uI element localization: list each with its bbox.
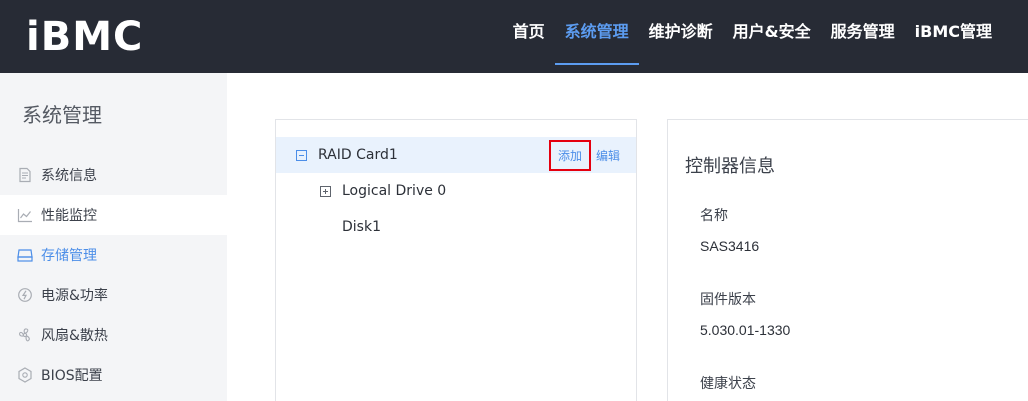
- main-nav: 首页 系统管理 维护诊断 用户&安全 服务管理 iBMC管理: [503, 0, 1002, 73]
- main-content: RAID Card1 添加 编辑 Logical Drive 0 Disk1 控…: [227, 73, 1028, 401]
- storage-icon: [17, 247, 33, 263]
- ibmc-logo[interactable]: iBMC: [26, 14, 143, 60]
- controller-info-panel: 控制器信息 名称 SAS3416 固件版本 5.030.01-1330 健康状态: [667, 119, 1028, 401]
- tree-node-label: Disk1: [342, 219, 381, 235]
- field-label-firmware: 固件版本: [700, 292, 756, 308]
- tree-node-logical-drive[interactable]: Logical Drive 0: [276, 173, 636, 209]
- tree-node-label: RAID Card1: [318, 147, 398, 163]
- tree-node-disk[interactable]: Disk1: [276, 209, 636, 245]
- sidebar-item-label: 性能监控: [41, 208, 97, 224]
- collapse-icon[interactable]: [296, 149, 307, 161]
- nav-maintenance[interactable]: 维护诊断: [639, 0, 723, 73]
- field-value-name: SAS3416: [700, 238, 760, 254]
- bios-icon: [17, 367, 33, 383]
- tree-node-label: Logical Drive 0: [342, 183, 447, 199]
- nav-home[interactable]: 首页: [503, 0, 555, 73]
- sidebar-item-label: 电源&功率: [41, 288, 108, 304]
- fan-icon: [17, 327, 33, 343]
- field-label-name: 名称: [700, 208, 728, 224]
- expand-icon[interactable]: [320, 185, 331, 197]
- tree-node-actions: 添加 编辑: [548, 137, 620, 173]
- tree-node-raid-card[interactable]: RAID Card1 添加 编辑: [276, 137, 636, 173]
- sidebar-item-label: BIOS配置: [41, 368, 103, 384]
- sidebar-item-performance[interactable]: 性能监控: [0, 195, 227, 235]
- panel-title: 控制器信息: [685, 156, 775, 177]
- nav-system-management[interactable]: 系统管理: [554, 0, 639, 73]
- sidebar-item-label: 系统信息: [41, 168, 97, 184]
- line-chart-icon: [17, 207, 33, 223]
- edit-button[interactable]: 编辑: [596, 147, 620, 164]
- field-value-firmware: 5.030.01-1330: [700, 322, 791, 338]
- storage-tree-panel: RAID Card1 添加 编辑 Logical Drive 0 Disk1: [275, 119, 637, 401]
- sidebar-item-bios[interactable]: BIOS配置: [0, 355, 227, 395]
- sidebar-title: 系统管理: [22, 103, 102, 127]
- sidebar-item-fan[interactable]: 风扇&散热: [0, 315, 227, 355]
- nav-service-management[interactable]: 服务管理: [821, 0, 905, 73]
- nav-user-security[interactable]: 用户&安全: [723, 0, 821, 73]
- power-icon: [17, 287, 33, 303]
- sidebar: 系统管理 系统信息 性能监控 存储管理 电源&功率 风扇&散热 BIOS配置: [0, 73, 227, 401]
- document-icon: [17, 167, 33, 183]
- nav-ibmc-management[interactable]: iBMC管理: [905, 0, 1002, 73]
- top-header: iBMC 首页 系统管理 维护诊断 用户&安全 服务管理 iBMC管理: [0, 0, 1028, 73]
- sidebar-item-system-info[interactable]: 系统信息: [0, 155, 227, 195]
- sidebar-item-label: 风扇&散热: [41, 328, 108, 344]
- add-button[interactable]: 添加: [548, 139, 591, 171]
- sidebar-item-power[interactable]: 电源&功率: [0, 275, 227, 315]
- field-label-health: 健康状态: [700, 376, 756, 392]
- sidebar-item-label: 存储管理: [41, 248, 97, 264]
- sidebar-item-storage[interactable]: 存储管理: [0, 235, 227, 275]
